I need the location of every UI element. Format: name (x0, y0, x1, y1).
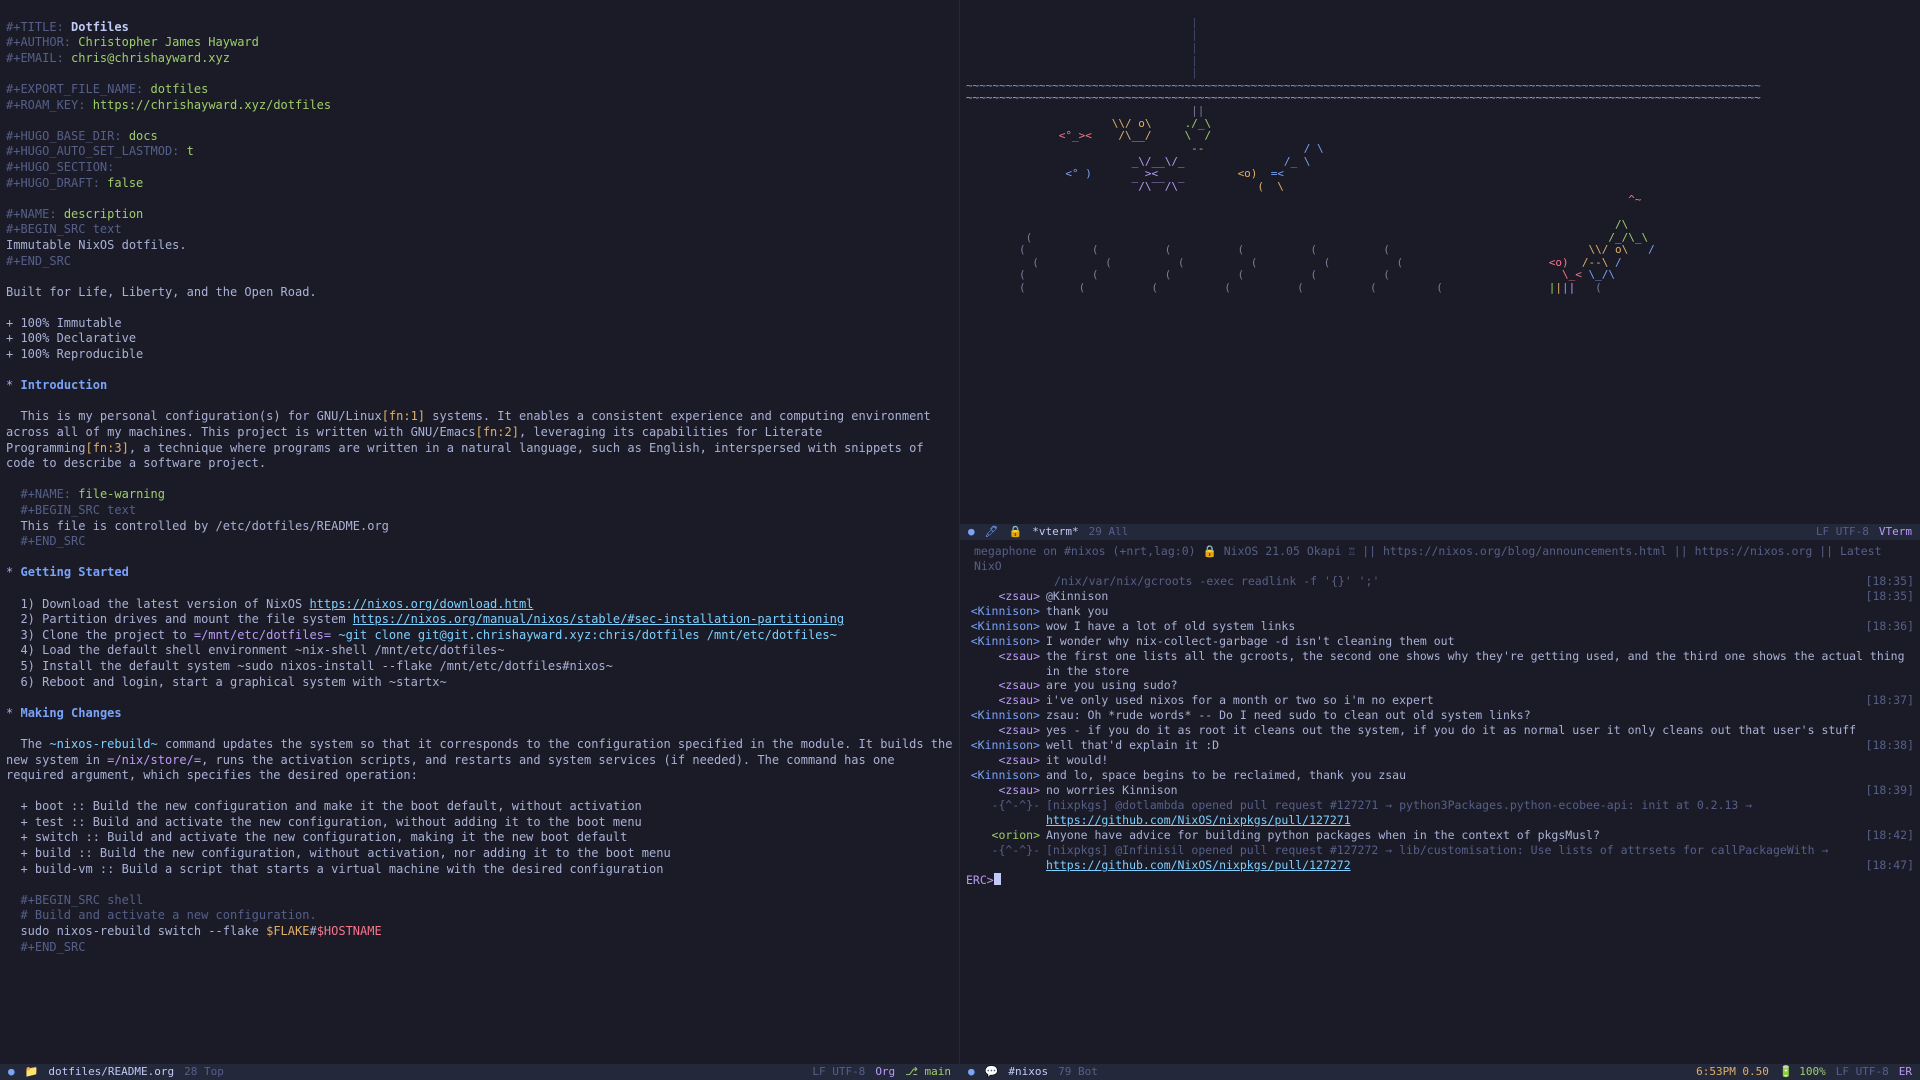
irc-nick: <zsau> (966, 589, 1046, 604)
irc-timestamp: [18:37] (1856, 693, 1914, 708)
irc-message: <Kinnison>well that'd explain it :D[18:3… (966, 738, 1914, 753)
irc-message: <Kinnison>zsau: Oh *rude words* -- Do I … (966, 708, 1914, 723)
irc-message: <Kinnison>and lo, space begins to be rec… (966, 768, 1914, 783)
link-nixos-partitioning[interactable]: https://nixos.org/manual/nixos/stable/#s… (353, 612, 844, 626)
irc-nick: <zsau> (966, 783, 1046, 798)
irc-message: <zsau>the first one lists all the gcroot… (966, 649, 1914, 679)
footnote-1[interactable]: [fn:1] (382, 409, 425, 423)
org-buffer[interactable]: #+TITLE: Dotfiles #+AUTHOR: Christopher … (0, 0, 960, 1080)
irc-nick: <zsau> (966, 649, 1046, 679)
irc-text: zsau: Oh *rude words* -- Do I need sudo … (1046, 708, 1914, 723)
modeline-vterm: ● 🖊 🔒 *vterm* 29 All LF UTF-8 VTerm (960, 524, 1920, 540)
irc-text: I wonder why nix-collect-garbage -d isn'… (1046, 634, 1914, 649)
link-pr-127271[interactable]: https://github.com/NixOS/nixpkgs/pull/12… (1046, 813, 1351, 827)
irc-nick: <zsau> (966, 678, 1046, 693)
irc-message: <zsau>i've only used nixos for a month o… (966, 693, 1914, 708)
buffer-name: dotfiles/README.org (48, 1065, 174, 1079)
lock-icon: 🔒 (1009, 525, 1023, 539)
irc-text: wow I have a lot of old system links (1046, 619, 1856, 634)
irc-buffer[interactable]: megaphone on #nixos (+nrt,lag:0) 🔒 NixOS… (960, 540, 1920, 1064)
modeline-irc: ● 💬 #nixos 79 Bot 6:53PM 0.50 🔋 100% LF … (960, 1064, 1920, 1080)
heading-making-changes[interactable]: Making Changes (20, 706, 121, 720)
irc-timestamp: [18:35] (1856, 589, 1914, 604)
rw-icon: 🖊 (985, 525, 999, 539)
circle-icon: ● (8, 1065, 15, 1079)
irc-message: <zsau>@Kinnison[18:35] (966, 589, 1914, 604)
irc-text: yes - if you do it as root it cleans out… (1046, 723, 1914, 738)
document-title: Dotfiles (71, 20, 129, 34)
irc-nick: <Kinnison> (966, 604, 1046, 619)
modeline-org: ● 📁 dotfiles/README.org 28 Top LF UTF-8 … (0, 1064, 959, 1080)
irc-text: i've only used nixos for a month or two … (1046, 693, 1856, 708)
footnote-2[interactable]: [fn:2] (476, 425, 519, 439)
circle-icon: ● (968, 1065, 975, 1079)
irc-message: <zsau>yes - if you do it as root it clea… (966, 723, 1914, 738)
circle-icon: ● (968, 525, 975, 539)
irc-text: @Kinnison (1046, 589, 1856, 604)
irc-message: <Kinnison>I wonder why nix-collect-garba… (966, 634, 1914, 649)
irc-message: <Kinnison>thank you (966, 604, 1914, 619)
right-column: | | | | | ~~~~~~~~~~~~~~~~~~~~~~~~~~~~~~… (960, 0, 1920, 1080)
battery-icon: 🔋 100% (1779, 1065, 1826, 1079)
irc-text: the first one lists all the gcroots, the… (1046, 649, 1914, 679)
heading-introduction[interactable]: Introduction (20, 378, 107, 392)
link-pr-127272[interactable]: https://github.com/NixOS/nixpkgs/pull/12… (1046, 858, 1351, 872)
email-value: chris@chrishayward.xyz (71, 51, 230, 65)
link-nixos-download[interactable]: https://nixos.org/download.html (309, 597, 533, 611)
irc-nick: <Kinnison> (966, 634, 1046, 649)
irc-message: <zsau>are you using sudo? (966, 678, 1914, 693)
irc-timestamp: [18:36] (1856, 619, 1914, 634)
irc-timestamp: [18:39] (1856, 783, 1914, 798)
irc-text: well that'd explain it :D (1046, 738, 1856, 753)
irc-message: <zsau>it would! (966, 753, 1914, 768)
ascii-art: || \\/ o\ ./_\ <°_>< /\__/ \ / -- / \ _\… (966, 104, 1655, 294)
org-content[interactable]: #+TITLE: Dotfiles #+AUTHOR: Christopher … (0, 0, 959, 975)
irc-prompt[interactable]: ERC> (966, 873, 994, 888)
irc-nick: <Kinnison> (966, 708, 1046, 723)
heading-getting-started[interactable]: Getting Started (20, 565, 128, 579)
irc-timestamp: [18:38] (1856, 738, 1914, 753)
git-branch: ⎇ main (905, 1065, 951, 1079)
irc-nick: <zsau> (966, 723, 1046, 738)
irc-text: no worries Kinnison (1046, 783, 1856, 798)
folder-icon: 📁 (25, 1065, 39, 1079)
irc-text: it would! (1046, 753, 1914, 768)
tagline: Built for Life, Liberty, and the Open Ro… (6, 285, 317, 299)
irc-nick: <zsau> (966, 753, 1046, 768)
irc-nick: <Kinnison> (966, 768, 1046, 783)
chat-icon: 💬 (985, 1065, 999, 1079)
author-value: Christopher James Hayward (78, 35, 259, 49)
footnote-3[interactable]: [fn:3] (85, 441, 128, 455)
cursor[interactable] (994, 873, 1001, 885)
irc-nick: <Kinnison> (966, 738, 1046, 753)
vterm-buffer[interactable]: | | | | | ~~~~~~~~~~~~~~~~~~~~~~~~~~~~~~… (960, 0, 1920, 524)
irc-nick: <zsau> (966, 693, 1046, 708)
irc-message: <Kinnison>wow I have a lot of old system… (966, 619, 1914, 634)
irc-text: are you using sudo? (1046, 678, 1914, 693)
clock: 6:53PM 0.50 (1696, 1065, 1769, 1079)
irc-text: thank you (1046, 604, 1914, 619)
irc-nick: <Kinnison> (966, 619, 1046, 634)
irc-text: and lo, space begins to be reclaimed, th… (1046, 768, 1914, 783)
title-keyword: #+TITLE: (6, 20, 64, 34)
irc-message: <zsau>no worries Kinnison[18:39] (966, 783, 1914, 798)
irc-topic: megaphone on #nixos (+nrt,lag:0) 🔒 NixOS… (966, 544, 1914, 574)
